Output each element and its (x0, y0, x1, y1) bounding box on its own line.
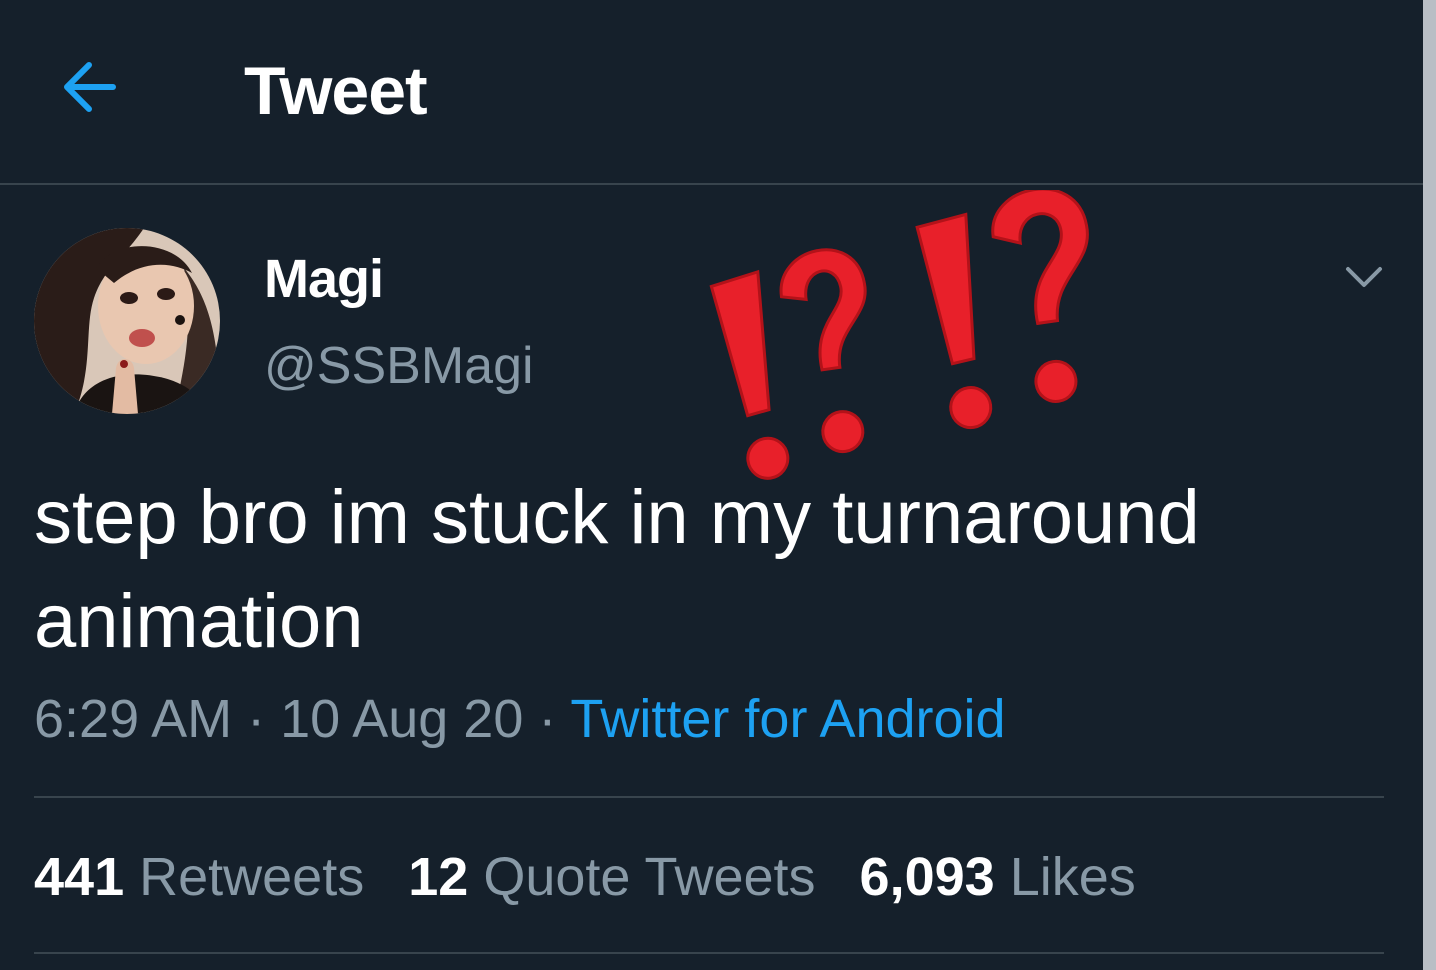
exclamation-question-mark-icon (709, 190, 1089, 480)
back-button[interactable] (56, 54, 122, 120)
meta-separator: · (523, 689, 571, 749)
meta-separator: · (232, 689, 281, 749)
tweet-source-link[interactable]: Twitter for Android (570, 689, 1005, 749)
quote-tweets-count: 12 (408, 847, 469, 907)
author-display-name[interactable]: Magi (264, 248, 384, 310)
retweets-label: Retweets (139, 847, 365, 907)
quote-tweets-stat[interactable]: 12 Quote Tweets (408, 846, 815, 908)
top-app-bar: Tweet (0, 0, 1423, 185)
page-title: Tweet (244, 53, 428, 129)
tweet-text: step bro im stuck in my turnaround anima… (34, 475, 1200, 664)
tweet-time: 6:29 AM (34, 689, 233, 749)
tweet-more-button[interactable] (1336, 252, 1392, 302)
quote-tweets-label: Quote Tweets (483, 847, 816, 907)
profile-photo (34, 228, 220, 414)
retweets-stat[interactable]: 441 Retweets (34, 846, 364, 908)
tweet-date: 10 Aug 20 (280, 689, 524, 749)
arrow-left-icon (64, 62, 116, 112)
likes-stat[interactable]: 6,093 Likes (860, 846, 1136, 908)
tweet-stats: 441 Retweets 12 Quote Tweets 6,093 Likes (34, 846, 1180, 908)
chevron-down-icon (1346, 267, 1382, 287)
tweet-meta: 6:29 AM · 10 Aug 20 · Twitter for Androi… (34, 688, 1006, 750)
avatar[interactable] (34, 228, 220, 414)
scrollbar[interactable] (1423, 0, 1436, 970)
divider (34, 952, 1384, 954)
retweets-count: 441 (34, 847, 125, 907)
author-handle[interactable]: @SSBMagi (264, 336, 534, 396)
divider (34, 796, 1384, 798)
likes-count: 6,093 (859, 847, 995, 907)
likes-label: Likes (1009, 847, 1136, 907)
